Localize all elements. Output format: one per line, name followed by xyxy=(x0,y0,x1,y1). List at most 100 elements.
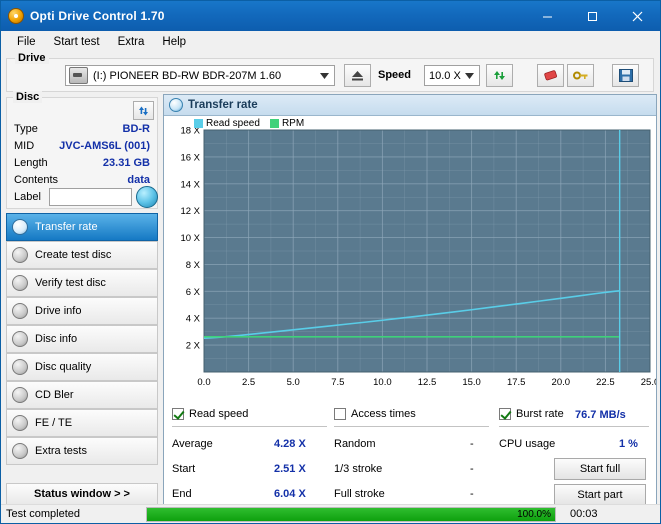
burst-rate-value: 76.7 MB/s xyxy=(575,409,626,421)
drive-select[interactable]: (I:) PIONEER BD-RW BDR-207M 1.60 xyxy=(65,65,335,86)
sidebar-item-drive-info[interactable]: Drive info xyxy=(6,297,158,325)
end-value: 6.04 X xyxy=(274,488,306,500)
sidebar-item-cd-bler[interactable]: CD Bler xyxy=(6,381,158,409)
sidebar-item-disc-info[interactable]: Disc info xyxy=(6,325,158,353)
svg-text:10 X: 10 X xyxy=(180,233,200,244)
svg-text:12.5: 12.5 xyxy=(418,377,437,388)
legend-rpm: RPM xyxy=(270,118,304,129)
divider-left xyxy=(172,426,327,427)
menu-file[interactable]: File xyxy=(8,33,45,52)
start-part-button[interactable]: Start part xyxy=(554,484,646,506)
checkbox-access-times-box[interactable] xyxy=(334,408,346,420)
svg-text:6 X: 6 X xyxy=(186,287,201,298)
checkbox-read-speed[interactable]: Read speed xyxy=(172,408,248,420)
sidebar-item-fe-te[interactable]: FE / TE xyxy=(6,409,158,437)
sidebar-item-label: FE / TE xyxy=(35,417,72,429)
verify-test-disc-icon xyxy=(12,275,28,291)
checkbox-access-times-label: Access times xyxy=(351,408,416,420)
save-button[interactable] xyxy=(612,64,639,87)
drive-icon xyxy=(69,67,88,84)
start-key: Start xyxy=(172,463,195,475)
end-key: End xyxy=(172,488,192,500)
svg-text:12 X: 12 X xyxy=(180,206,200,217)
checkbox-access-times[interactable]: Access times xyxy=(334,408,416,420)
app-window: Opti Drive Control 1.70 File Start test … xyxy=(0,0,661,524)
disc-contents-value: data xyxy=(127,174,150,186)
panel-header-icon xyxy=(169,98,183,112)
close-icon[interactable] xyxy=(615,1,660,31)
speed-label: Speed xyxy=(378,69,411,81)
divider-mid xyxy=(334,426,489,427)
third-stroke-value: - xyxy=(470,463,474,475)
svg-text:4 X: 4 X xyxy=(186,314,201,325)
svg-text:2.5: 2.5 xyxy=(242,377,255,388)
sidebar-item-label: Transfer rate xyxy=(35,221,98,233)
sidebar-nav: Transfer rate Create test disc Verify te… xyxy=(6,213,158,465)
disc-type-value: BD-R xyxy=(123,123,151,135)
sidebar-item-label: Extra tests xyxy=(35,445,87,457)
menu-help[interactable]: Help xyxy=(153,33,195,52)
svg-text:0.0: 0.0 xyxy=(197,377,210,388)
checkbox-burst-rate-box[interactable] xyxy=(499,408,511,420)
status-window-button[interactable]: Status window > > xyxy=(6,483,158,505)
svg-text:22.5: 22.5 xyxy=(596,377,615,388)
cd-bler-icon xyxy=(12,387,28,403)
svg-text:20.0: 20.0 xyxy=(552,377,571,388)
start-full-button[interactable]: Start full xyxy=(554,458,646,480)
disc-group-label: Disc xyxy=(13,91,42,103)
cpu-usage-value: 1 % xyxy=(619,438,638,450)
average-value: 4.28 X xyxy=(274,438,306,450)
checkbox-read-speed-box[interactable] xyxy=(172,408,184,420)
legend-swatch-rpm xyxy=(270,119,279,128)
window-controls xyxy=(525,1,660,31)
average-key: Average xyxy=(172,438,213,450)
random-value: - xyxy=(470,438,474,450)
disc-type-key: Type xyxy=(14,123,38,135)
progress-fill xyxy=(147,508,555,521)
panel-title: Transfer rate xyxy=(188,99,258,111)
progress-label: 100.0% xyxy=(517,508,551,521)
disc-mid-value: JVC-AMS6L (001) xyxy=(59,140,150,152)
disc-contents-key: Contents xyxy=(14,174,58,186)
key-button[interactable] xyxy=(567,64,594,87)
extra-tests-icon xyxy=(12,443,28,459)
disc-label-input[interactable] xyxy=(49,188,132,206)
refresh-drive-button[interactable] xyxy=(486,64,513,87)
disc-label-key: Label xyxy=(14,191,41,203)
checkbox-burst-rate[interactable]: Burst rate xyxy=(499,408,564,420)
cpu-usage-key: CPU usage xyxy=(499,438,555,450)
speed-select[interactable]: 10.0 X xyxy=(424,65,480,86)
menu-start-test[interactable]: Start test xyxy=(45,33,109,52)
disc-group: Disc Type BD-R MID JVC-AMS6L (001) Lengt… xyxy=(6,97,158,209)
drive-selected-text: (I:) PIONEER BD-RW BDR-207M 1.60 xyxy=(93,70,281,82)
svg-text:5.0: 5.0 xyxy=(287,377,300,388)
window-title: Opti Drive Control 1.70 xyxy=(30,9,165,23)
minimize-icon[interactable] xyxy=(525,1,570,31)
svg-text:17.5: 17.5 xyxy=(507,377,526,388)
drive-group-label: Drive xyxy=(15,52,49,64)
maximize-icon[interactable] xyxy=(570,1,615,31)
legend-label: Read speed xyxy=(206,118,260,129)
sidebar-item-transfer-rate[interactable]: Transfer rate xyxy=(6,213,158,241)
transfer-rate-icon xyxy=(12,219,28,235)
menu-extra[interactable]: Extra xyxy=(109,33,154,52)
panel-header: Transfer rate xyxy=(164,95,656,116)
legend-read-speed: Read speed xyxy=(194,118,260,129)
sidebar-item-extra-tests[interactable]: Extra tests xyxy=(6,437,158,465)
eraser-button[interactable] xyxy=(537,64,564,87)
chevron-down-icon[interactable] xyxy=(316,67,333,84)
speed-chevron-down-icon[interactable] xyxy=(461,67,478,84)
disc-length-key: Length xyxy=(14,157,48,169)
sidebar-item-disc-quality[interactable]: Disc quality xyxy=(6,353,158,381)
sidebar-item-create-test-disc[interactable]: Create test disc xyxy=(6,241,158,269)
sidebar-item-label: Drive info xyxy=(35,305,81,317)
transfer-rate-panel: Transfer rate Read speed RPM 2 X4 X6 X8 … xyxy=(163,94,657,505)
disc-length-value: 23.31 GB xyxy=(103,157,150,169)
chart-legend: Read speed RPM xyxy=(194,118,314,129)
status-text: Test completed xyxy=(6,508,146,520)
disc-refresh-button[interactable] xyxy=(133,101,154,120)
sidebar-item-verify-test-disc[interactable]: Verify test disc xyxy=(6,269,158,297)
svg-text:8 X: 8 X xyxy=(186,260,201,271)
eject-button[interactable] xyxy=(344,64,371,87)
disc-label-button[interactable] xyxy=(136,186,158,208)
